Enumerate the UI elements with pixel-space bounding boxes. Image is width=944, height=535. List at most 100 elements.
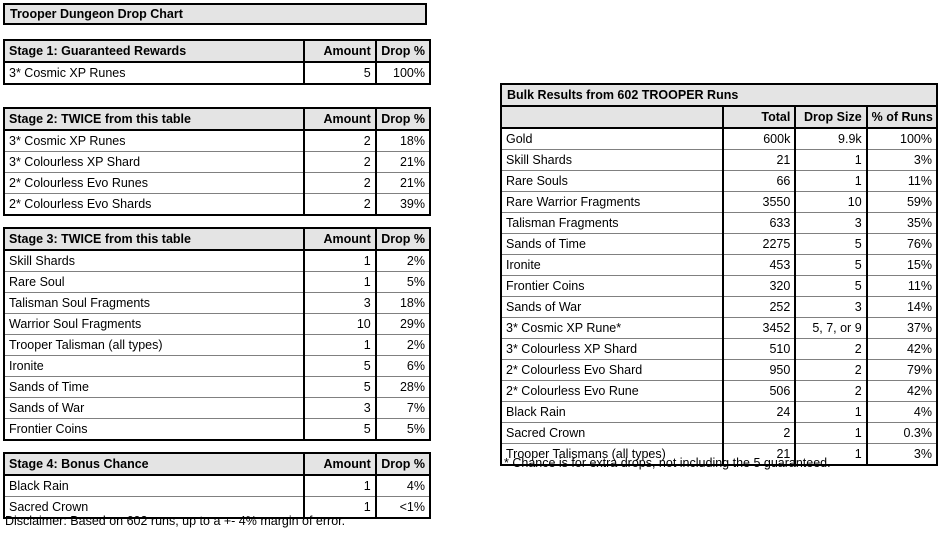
item-drop-size: 3 — [794, 212, 868, 234]
item-percent-of-runs: 15% — [865, 254, 938, 276]
item-amount: 10 — [303, 313, 377, 335]
table-header-row: Stage 2: TWICE from this table Amount Dr… — [3, 107, 431, 131]
item-drop-size: 2 — [794, 338, 868, 360]
item-amount: 5 — [303, 376, 377, 398]
item-total: 3452 — [722, 317, 796, 339]
item-drop-rate: 28% — [374, 376, 431, 398]
table-row: Frontier Coins 320 5 11% — [500, 275, 938, 297]
item-amount: 1 — [303, 271, 377, 293]
item-amount: 3 — [303, 292, 377, 314]
bulk-results-title-label: Bulk Results from 602 TROOPER Runs — [507, 88, 739, 102]
table-header-row: Stage 3: TWICE from this table Amount Dr… — [3, 227, 431, 251]
item-amount: 2 — [303, 129, 377, 152]
stage-1-header-amount: Amount — [303, 39, 377, 63]
bulk-results-title: Bulk Results from 602 TROOPER Runs — [500, 83, 938, 105]
stage-3-header-drop: Drop % — [374, 227, 431, 251]
bulk-header-percent-of-runs: % of Runs — [865, 105, 938, 129]
item-drop-rate: 18% — [374, 292, 431, 314]
item-drop-size: 1 — [794, 401, 868, 423]
item-name: Gold — [500, 127, 724, 150]
table-row: Sands of Time 5 28% — [3, 376, 431, 398]
item-name: Sands of War — [500, 296, 724, 318]
table-row: Ironite 453 5 15% — [500, 254, 938, 276]
stage-1-header-drop: Drop % — [374, 39, 431, 63]
item-percent-of-runs: 4% — [865, 401, 938, 423]
bulk-results-table: Total Drop Size % of Runs Gold 600k 9.9k… — [500, 105, 938, 466]
table-row: Sacred Crown 2 1 0.3% — [500, 422, 938, 444]
item-name: 3* Colourless XP Shard — [3, 151, 305, 173]
item-total: 506 — [722, 380, 796, 402]
item-amount: 1 — [303, 249, 377, 272]
table-row: Talisman Fragments 633 3 35% — [500, 212, 938, 234]
item-name: 2* Colourless Evo Rune — [500, 380, 724, 402]
item-name: Talisman Fragments — [500, 212, 724, 234]
item-total: 252 — [722, 296, 796, 318]
item-name: 2* Colourless Evo Runes — [3, 172, 305, 194]
item-name: Rare Warrior Fragments — [500, 191, 724, 213]
stage-4-table: Stage 4: Bonus Chance Amount Drop % Blac… — [3, 452, 431, 519]
item-drop-size: 5, 7, or 9 — [794, 317, 868, 339]
item-amount: 2 — [303, 172, 377, 194]
table-row: Ironite 5 6% — [3, 355, 431, 377]
item-name: Frontier Coins — [3, 418, 305, 441]
table-row: Frontier Coins 5 5% — [3, 418, 431, 441]
item-drop-size: 3 — [794, 296, 868, 318]
table-header-row: Total Drop Size % of Runs — [500, 105, 938, 129]
item-amount: 5 — [303, 355, 377, 377]
item-drop-rate: 2% — [374, 249, 431, 272]
table-header-row: Stage 4: Bonus Chance Amount Drop % — [3, 452, 431, 476]
table-row: 3* Colourless XP Shard 510 2 42% — [500, 338, 938, 360]
item-drop-rate: 29% — [374, 313, 431, 335]
disclaimer-text: Disclaimer: Based on 602 runs, up to a +… — [5, 514, 346, 528]
item-name: Skill Shards — [3, 249, 305, 272]
table-row: Rare Souls 66 1 11% — [500, 170, 938, 192]
item-total: 21 — [722, 149, 796, 171]
item-drop-size: 1 — [794, 422, 868, 444]
item-name: Sands of Time — [500, 233, 724, 255]
stage-4-header-drop: Drop % — [374, 452, 431, 476]
item-drop-size: 2 — [794, 380, 868, 402]
stage-3-header-amount: Amount — [303, 227, 377, 251]
page-title: Trooper Dungeon Drop Chart — [3, 3, 427, 25]
item-drop-size: 5 — [794, 233, 868, 255]
item-name: 3* Cosmic XP Rune* — [500, 317, 724, 339]
table-row: Warrior Soul Fragments 10 29% — [3, 313, 431, 335]
item-percent-of-runs: 11% — [865, 275, 938, 297]
table-row: 3* Cosmic XP Runes 2 18% — [3, 129, 431, 152]
item-name: Talisman Soul Fragments — [3, 292, 305, 314]
table-row: Black Rain 24 1 4% — [500, 401, 938, 423]
item-amount: 3 — [303, 397, 377, 419]
item-percent-of-runs: 100% — [865, 127, 938, 150]
item-name: Frontier Coins — [500, 275, 724, 297]
item-drop-size: 1 — [794, 149, 868, 171]
item-total: 633 — [722, 212, 796, 234]
table-row: 2* Colourless Evo Runes 2 21% — [3, 172, 431, 194]
table-row: Talisman Soul Fragments 3 18% — [3, 292, 431, 314]
item-name: Rare Souls — [500, 170, 724, 192]
table-row: Skill Shards 21 1 3% — [500, 149, 938, 171]
item-percent-of-runs: 42% — [865, 380, 938, 402]
item-drop-size: 1 — [794, 170, 868, 192]
table-row: Sands of War 3 7% — [3, 397, 431, 419]
table-row: 2* Colourless Evo Shard 950 2 79% — [500, 359, 938, 381]
item-name: Warrior Soul Fragments — [3, 313, 305, 335]
item-percent-of-runs: 42% — [865, 338, 938, 360]
item-drop-size: 10 — [794, 191, 868, 213]
item-drop-size: 5 — [794, 254, 868, 276]
item-percent-of-runs: 59% — [865, 191, 938, 213]
table-row: 2* Colourless Evo Shards 2 39% — [3, 193, 431, 216]
table-row: Gold 600k 9.9k 100% — [500, 127, 938, 150]
table-row: Black Rain 1 4% — [3, 474, 431, 497]
stage-2-header-name: Stage 2: TWICE from this table — [3, 107, 305, 131]
item-name: Sands of War — [3, 397, 305, 419]
item-drop-rate: 4% — [374, 474, 431, 497]
item-name: Sands of Time — [3, 376, 305, 398]
stage-1-table: Stage 1: Guaranteed Rewards Amount Drop … — [3, 39, 431, 85]
item-drop-rate: 100% — [374, 61, 431, 85]
stage-4-header-amount: Amount — [303, 452, 377, 476]
table-row: Trooper Talisman (all types) 1 2% — [3, 334, 431, 356]
item-percent-of-runs: 35% — [865, 212, 938, 234]
item-name: 3* Cosmic XP Runes — [3, 61, 305, 85]
item-name: 3* Colourless XP Shard — [500, 338, 724, 360]
item-percent-of-runs: 76% — [865, 233, 938, 255]
